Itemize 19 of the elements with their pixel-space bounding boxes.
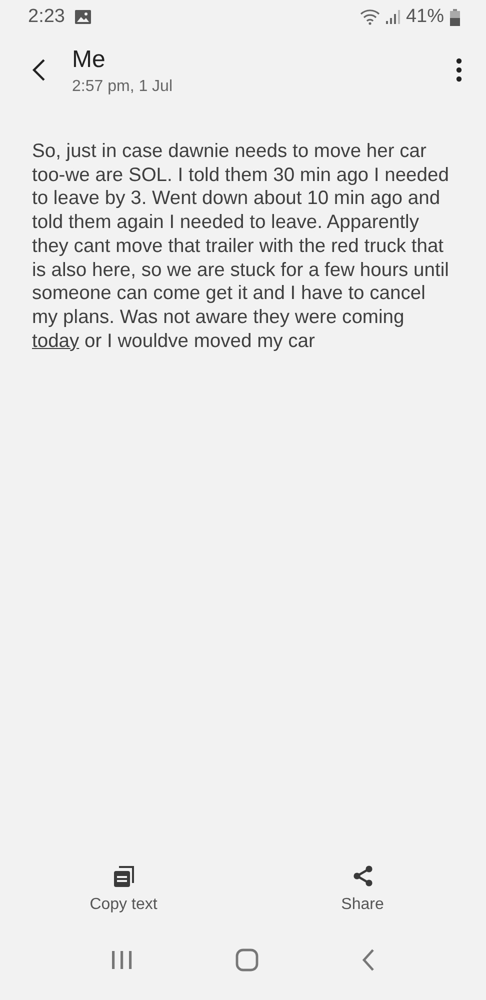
more-icon (456, 58, 462, 82)
copy-text-button[interactable]: Copy text (44, 858, 204, 920)
date-link[interactable]: today (32, 330, 80, 352)
copy-icon (112, 864, 136, 888)
message-timestamp: 2:57 pm, 1 Jul (72, 78, 172, 96)
back-icon (32, 58, 46, 82)
battery-percent: 41% (406, 6, 444, 28)
signal-icon (386, 10, 400, 24)
battery-icon (450, 8, 460, 26)
contact-name: Me (72, 46, 106, 74)
recent-apps-icon (111, 950, 133, 970)
back-icon (361, 948, 375, 972)
image-icon (74, 10, 91, 24)
message-text: So, just in case dawnie needs to move her car too-we are SOL. I told them 30 min ago I needed to leave by 3. Went down about 10 min ago and told them again I needed to leave. Apparently they cant move that trailer with the red truck that is also here, so we are stuck for a few hours until someone can come get it and I have to cancel my plans. Was not aware they were coming today or I wouldve moved my car (32, 140, 450, 354)
status-time: 2:23 (28, 6, 65, 28)
share-button[interactable]: Share (282, 858, 442, 920)
wifi-icon (360, 9, 380, 25)
home-icon (235, 948, 259, 972)
share-icon (350, 864, 374, 888)
